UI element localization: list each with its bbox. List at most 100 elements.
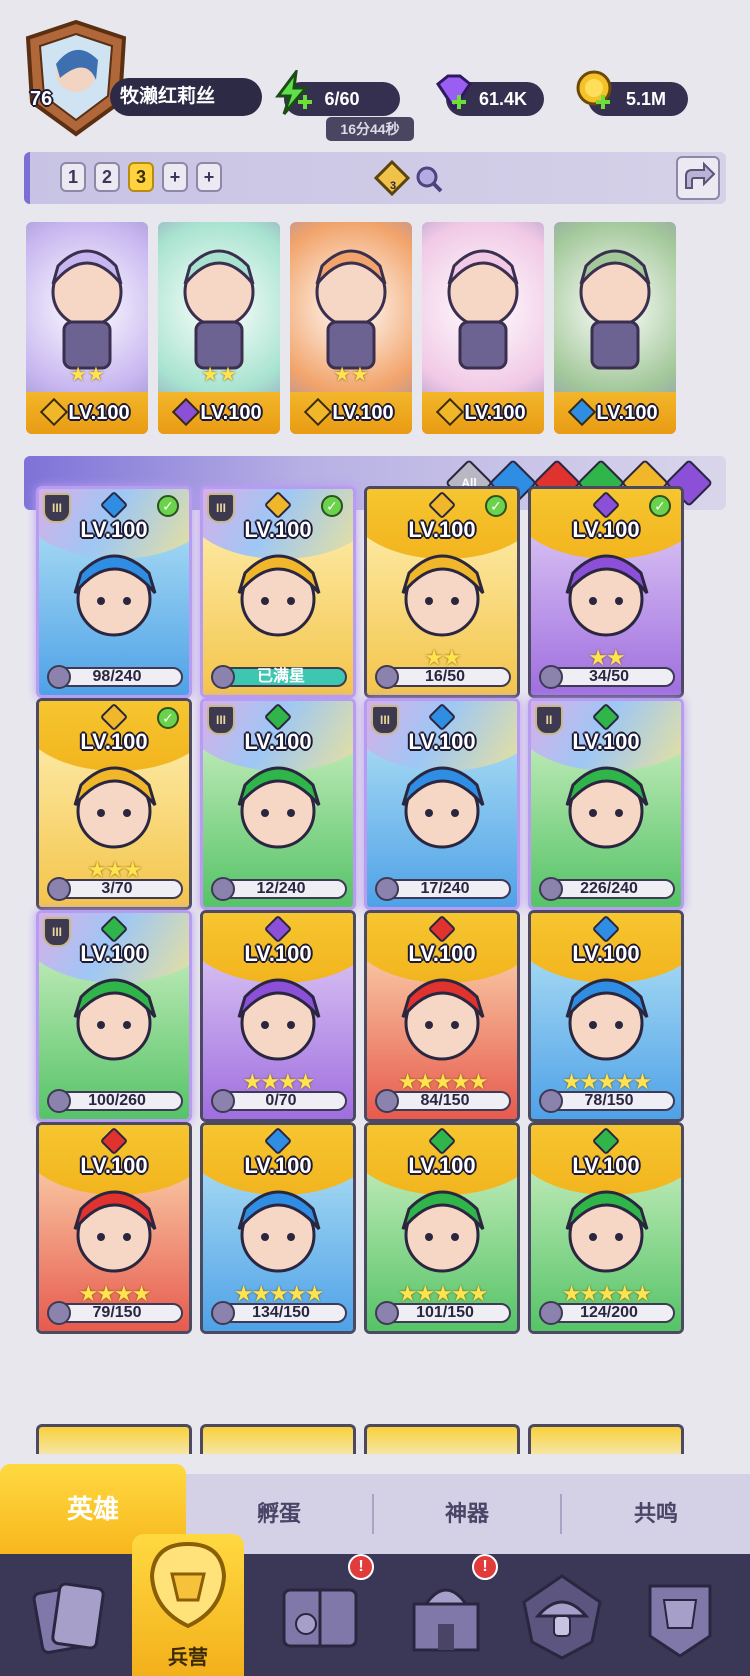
hero-card[interactable]: LV.100 ★★★★ 79/150 <box>36 1122 192 1334</box>
team-hero-level: LV.100 <box>26 392 148 434</box>
castle-alert-icon: ! <box>472 1554 498 1580</box>
nav-spellbook[interactable]: ! <box>270 1554 374 1666</box>
castle-icon <box>412 1588 480 1652</box>
hero-shard-progress: 12/240 <box>211 877 347 901</box>
hero-card[interactable]: LV.100 ★★★★★ 134/150 <box>200 1122 356 1334</box>
hero-level: LV.100 <box>408 729 476 754</box>
hero-level: LV.100 <box>572 729 640 754</box>
hero-card[interactable]: LV.100 ★★★★★ 124/200 <box>528 1122 684 1334</box>
team-hero-level: LV.100 <box>422 392 544 434</box>
hero-level: LV.100 <box>408 1153 476 1178</box>
team-slot-1[interactable]: 1 <box>60 162 86 192</box>
hero-shard-progress: 226/240 <box>539 877 675 901</box>
team-slot-add-2[interactable]: + <box>196 162 222 192</box>
hero-shard-progress: 100/260 <box>47 1089 183 1113</box>
team-hero-card[interactable]: ★★ LV.100 <box>26 222 148 434</box>
player-avatar[interactable] <box>20 19 132 138</box>
hero-portrait-icon <box>579 249 651 370</box>
team-slot-2[interactable]: 2 <box>94 162 120 192</box>
hero-shard-progress: 79/150 <box>47 1301 183 1325</box>
top-status-bar: 牧濑红莉丝 76 6/60 16分44秒 61.4K 5.1M <box>0 0 750 141</box>
team-slot-3[interactable]: 3 <box>128 162 154 192</box>
check-icon: ✓ <box>321 495 343 517</box>
tab-resonance[interactable]: 共鸣 <box>562 1474 750 1554</box>
hero-shard-progress: 16/50 <box>375 665 511 689</box>
team-light-count: 3 <box>390 180 397 192</box>
shard-icon <box>539 1301 563 1325</box>
hero-card-partial[interactable] <box>36 1424 192 1454</box>
gem-icon <box>430 70 476 121</box>
hero-card[interactable]: LV.100 ★★★★★ 78/150 <box>528 910 684 1122</box>
hero-card[interactable]: III LV.100 17/240 <box>364 698 520 910</box>
hero-shard-progress: 78/150 <box>539 1089 675 1113</box>
hero-card-partial[interactable] <box>364 1424 520 1454</box>
shard-icon <box>211 1089 235 1113</box>
team-hero-card[interactable]: ★★ LV.100 <box>158 222 280 434</box>
hero-card[interactable]: LV.100 ★★★★ 0/70 <box>200 910 356 1122</box>
team-hero-level: LV.100 <box>554 392 676 434</box>
tab-artifacts[interactable]: 神器 <box>374 1474 560 1554</box>
shard-icon <box>539 877 563 901</box>
dark-element-icon <box>172 397 201 427</box>
armor-icon <box>648 1584 712 1658</box>
hero-level: LV.100 <box>572 1153 640 1178</box>
hero-card[interactable]: III ✓ LV.100 已满星 <box>200 486 356 698</box>
hero-level: LV.100 <box>80 729 148 754</box>
hero-card[interactable]: ✓ LV.100 ★★ 16/50 <box>364 486 520 698</box>
nav-castle[interactable]: ! <box>396 1554 498 1666</box>
hero-shard-progress: 已满星 <box>211 665 347 689</box>
hero-shard-progress: 0/70 <box>211 1089 347 1113</box>
shard-icon <box>47 1301 71 1325</box>
energy-value: 6/60 <box>324 89 360 109</box>
hero-level: LV.100 <box>80 517 148 542</box>
share-icon[interactable] <box>676 156 720 200</box>
nav-barracks[interactable]: 兵营 <box>132 1534 244 1676</box>
check-icon: ✓ <box>485 495 507 517</box>
hero-shard-progress: 101/150 <box>375 1301 511 1325</box>
shard-icon <box>47 877 71 901</box>
hero-card[interactable]: III LV.100 100/260 <box>36 910 192 1122</box>
nav-cards[interactable] <box>18 1566 118 1666</box>
hero-card[interactable]: ✓ LV.100 ★★★ 3/70 <box>36 698 192 910</box>
search-icon[interactable] <box>414 164 444 194</box>
hero-card[interactable]: LV.100 ★★★★★ 101/150 <box>364 1122 520 1334</box>
shard-icon <box>375 1301 399 1325</box>
hero-level: LV.100 <box>244 1153 312 1178</box>
hero-level: LV.100 <box>80 1153 148 1178</box>
hero-card[interactable]: II LV.100 226/240 <box>528 698 684 910</box>
shard-icon <box>211 877 235 901</box>
team-hero-card[interactable]: ★★ LV.100 <box>290 222 412 434</box>
hero-shard-progress: 134/150 <box>211 1301 347 1325</box>
team-hero-card[interactable]: LV.100 <box>422 222 544 434</box>
cards-icon <box>32 1582 105 1654</box>
hero-shard-progress: 84/150 <box>375 1089 511 1113</box>
light-element-icon <box>40 397 69 427</box>
shard-icon <box>375 1089 399 1113</box>
gems-value: 61.4K <box>478 89 528 109</box>
hero-card[interactable]: III LV.100 12/240 <box>200 698 356 910</box>
gold-coin-icon <box>572 68 618 119</box>
hero-card-partial[interactable] <box>200 1424 356 1454</box>
category-tabs: 英雄 孵蛋 神器 共鸣 <box>0 1464 750 1554</box>
spellbook-alert-icon: ! <box>348 1554 374 1580</box>
hero-shard-progress: 124/200 <box>539 1301 675 1325</box>
nav-mushroom[interactable] <box>512 1566 612 1666</box>
hero-level: LV.100 <box>408 517 476 542</box>
team-light-icon[interactable]: 3 <box>372 158 412 198</box>
light-element-icon <box>304 397 333 427</box>
book-icon <box>282 1588 358 1648</box>
hero-card-partial[interactable] <box>528 1424 684 1454</box>
check-icon: ✓ <box>649 495 671 517</box>
energy-timer: 16分44秒 <box>326 117 414 141</box>
team-selector-bar: 1 2 3 + + 3 <box>24 152 726 204</box>
hero-card[interactable]: LV.100 ★★★★★ 84/150 <box>364 910 520 1122</box>
energy-icon <box>270 66 316 121</box>
hero-card[interactable]: III ✓ LV.100 98/240 <box>36 486 192 698</box>
hero-level: LV.100 <box>244 729 312 754</box>
team-slot-add-1[interactable]: + <box>162 162 188 192</box>
hero-card[interactable]: ✓ LV.100 ★★ 34/50 <box>528 486 684 698</box>
team-hero-card[interactable]: LV.100 <box>554 222 676 434</box>
nav-armor[interactable] <box>630 1566 730 1666</box>
hero-level: LV.100 <box>244 941 312 966</box>
hero-level: LV.100 <box>80 941 148 966</box>
